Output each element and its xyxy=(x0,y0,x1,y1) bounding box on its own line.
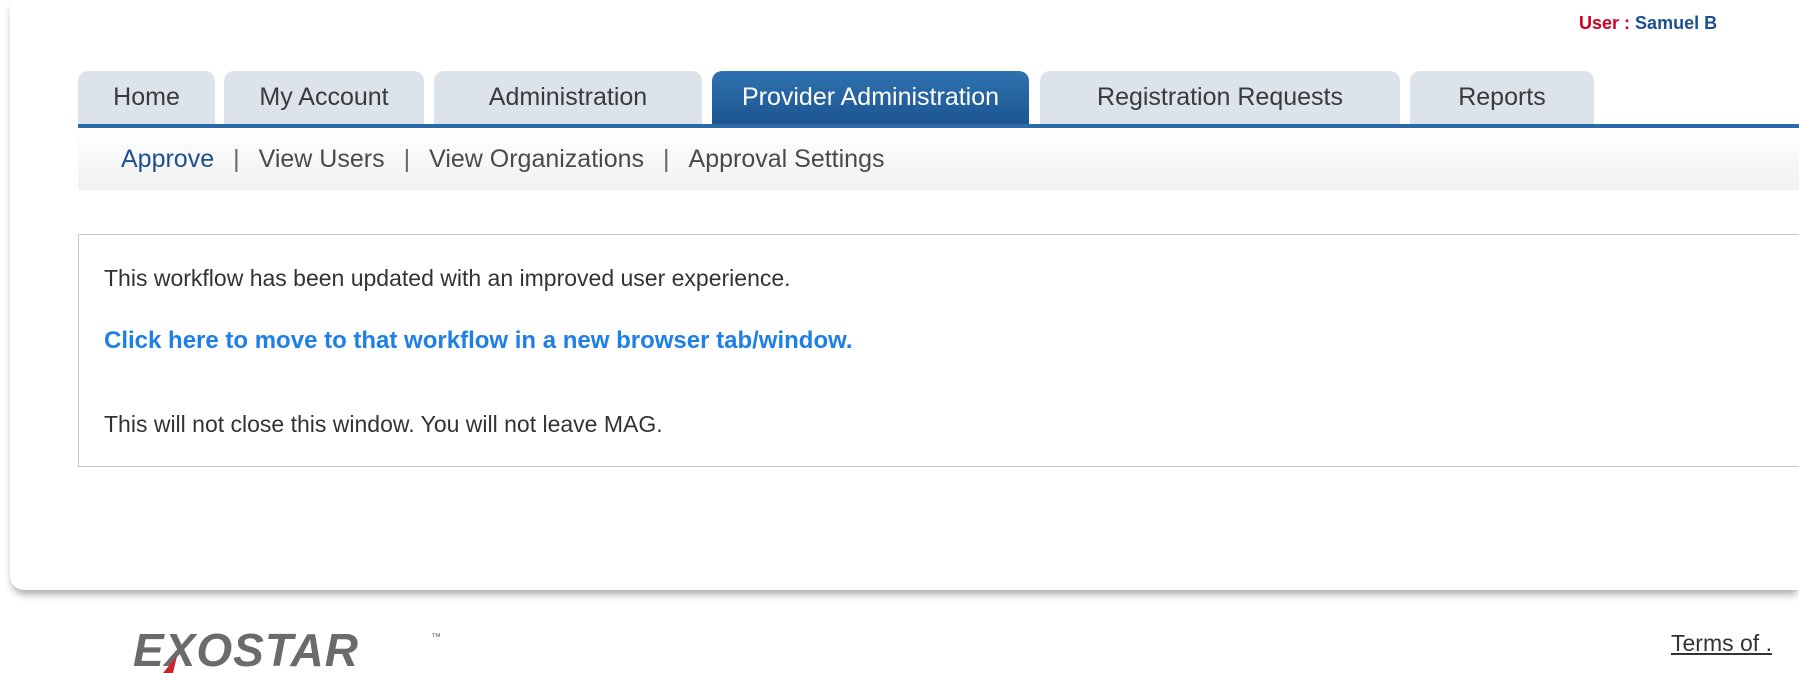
tab-registration-requests[interactable]: Registration Requests xyxy=(1040,71,1400,124)
workflow-notice: This workflow has been updated with an i… xyxy=(78,234,1799,467)
subnav-separator: | xyxy=(403,144,411,173)
logo-wordmark: EXOSTAR xyxy=(133,624,359,673)
exostar-logo: EXOSTAR ™ xyxy=(133,622,443,673)
tab-reports[interactable]: Reports xyxy=(1410,71,1594,124)
main-panel: User : Samuel B Home My Account Administ… xyxy=(10,0,1799,590)
subnav-separator: | xyxy=(663,144,670,173)
user-info: User : Samuel B xyxy=(1579,13,1799,34)
tab-home[interactable]: Home xyxy=(78,71,215,124)
main-tabs: Home My Account Administration Provider … xyxy=(78,71,1799,128)
logo-trademark: ™ xyxy=(431,632,441,643)
user-label: User : xyxy=(1579,13,1631,33)
subnav-view-users[interactable]: View Users xyxy=(259,145,385,174)
terms-link[interactable]: Terms of . xyxy=(1671,630,1772,657)
user-name[interactable]: Samuel B xyxy=(1635,13,1717,33)
tab-my-account[interactable]: My Account xyxy=(224,71,424,124)
new-workflow-link[interactable]: Click here to move to that workflow in a… xyxy=(104,327,853,355)
tab-administration[interactable]: Administration xyxy=(434,71,702,124)
notice-info: This will not close this window. You wil… xyxy=(104,411,663,437)
sub-navigation: Approve | View Users | View Organization… xyxy=(78,128,1799,190)
notice-message: This workflow has been updated with an i… xyxy=(104,265,791,291)
subnav-view-organizations[interactable]: View Organizations xyxy=(429,145,644,174)
subnav-separator: | xyxy=(233,144,240,173)
subnav-approve[interactable]: Approve xyxy=(121,145,214,174)
tab-provider-administration[interactable]: Provider Administration xyxy=(712,71,1029,124)
subnav-approval-settings[interactable]: Approval Settings xyxy=(689,145,885,174)
